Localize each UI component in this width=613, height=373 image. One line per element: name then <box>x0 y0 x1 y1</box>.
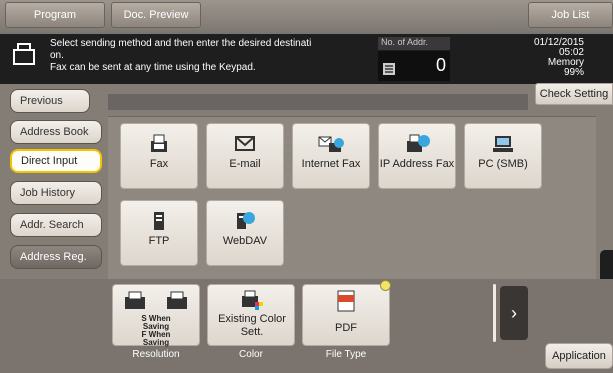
destination-display-bar <box>108 94 528 110</box>
ip-address-fax-icon <box>403 134 431 154</box>
color-value: Existing Color Sett. <box>218 313 286 338</box>
file-type-tile[interactable]: PDF <box>302 284 390 346</box>
next-settings-button[interactable]: › <box>500 286 528 340</box>
addr-search-button[interactable]: Addr. Search <box>10 213 102 237</box>
ftp-label: FTP <box>148 235 170 247</box>
file-type-indicator <box>380 280 391 291</box>
color-tile[interactable]: Existing Color Sett. <box>207 284 295 346</box>
email-label: E-mail <box>229 158 261 170</box>
check-setting-button[interactable]: Check Setting <box>535 83 613 105</box>
fax-tile[interactable]: Fax <box>120 123 198 189</box>
pc-smb-label: PC (SMB) <box>478 158 528 170</box>
tab-doc-preview[interactable]: Doc. Preview <box>111 2 201 28</box>
resolution-line-4: Saving <box>142 338 170 347</box>
address-count-value: 0 <box>435 55 446 75</box>
file-type-label: File Type <box>325 349 367 360</box>
instruction-line-1: Select sending method and then enter the… <box>50 38 312 49</box>
ip-address-fax-label: IP Address Fax <box>379 158 455 170</box>
address-count-label: No. of Addr. <box>378 37 450 50</box>
list-icon <box>382 62 396 79</box>
resolution-icon <box>123 291 191 316</box>
user-mode-icon <box>10 40 38 71</box>
webdav-icon <box>233 211 257 231</box>
webdav-tile[interactable]: WebDAV <box>206 200 284 266</box>
address-book-button[interactable]: Address Book <box>10 120 102 144</box>
color-icon <box>240 290 264 313</box>
application-button[interactable]: Application <box>545 343 613 369</box>
job-history-button[interactable]: Job History <box>10 181 102 205</box>
instruction-message: Select sending method and then enter the… <box>50 38 380 74</box>
memory-value: 99% <box>563 67 584 78</box>
address-reg-button[interactable]: Address Reg. <box>10 245 102 269</box>
internet-fax-label: Internet Fax <box>301 158 361 170</box>
instruction-line-2: on. <box>50 50 64 61</box>
webdav-label: WebDAV <box>222 235 268 247</box>
ftp-icon <box>149 211 169 231</box>
resolution-tile[interactable]: S When Saving F When Saving <box>112 284 200 347</box>
email-tile[interactable]: E-mail <box>206 123 284 189</box>
status-info: 01/12/2015 05:02 Memory 99% <box>480 38 584 78</box>
pc-smb-icon <box>491 134 515 154</box>
email-icon <box>234 134 256 154</box>
instruction-line-3: Fax can be sent at any time using the Ke… <box>50 62 256 73</box>
chevron-right-icon: › <box>511 302 517 323</box>
internet-fax-tile[interactable]: Internet Fax <box>292 123 370 189</box>
scroll-indicator <box>493 284 496 342</box>
fax-label: Fax <box>149 158 169 170</box>
color-label: Color <box>239 349 263 360</box>
ftp-tile[interactable]: FTP <box>120 200 198 266</box>
pdf-icon <box>335 290 357 315</box>
tab-job-list[interactable]: Job List <box>528 2 613 28</box>
internet-fax-icon <box>317 134 345 154</box>
fax-icon <box>148 134 170 154</box>
ip-address-fax-tile[interactable]: IP Address Fax <box>378 123 456 189</box>
direct-input-button[interactable]: Direct Input <box>10 149 102 173</box>
tab-program[interactable]: Program <box>5 2 105 28</box>
file-type-value: PDF <box>335 322 357 334</box>
resolution-label: Resolution <box>132 349 180 360</box>
pc-smb-tile[interactable]: PC (SMB) <box>464 123 542 189</box>
previous-button[interactable]: Previous <box>10 89 90 113</box>
